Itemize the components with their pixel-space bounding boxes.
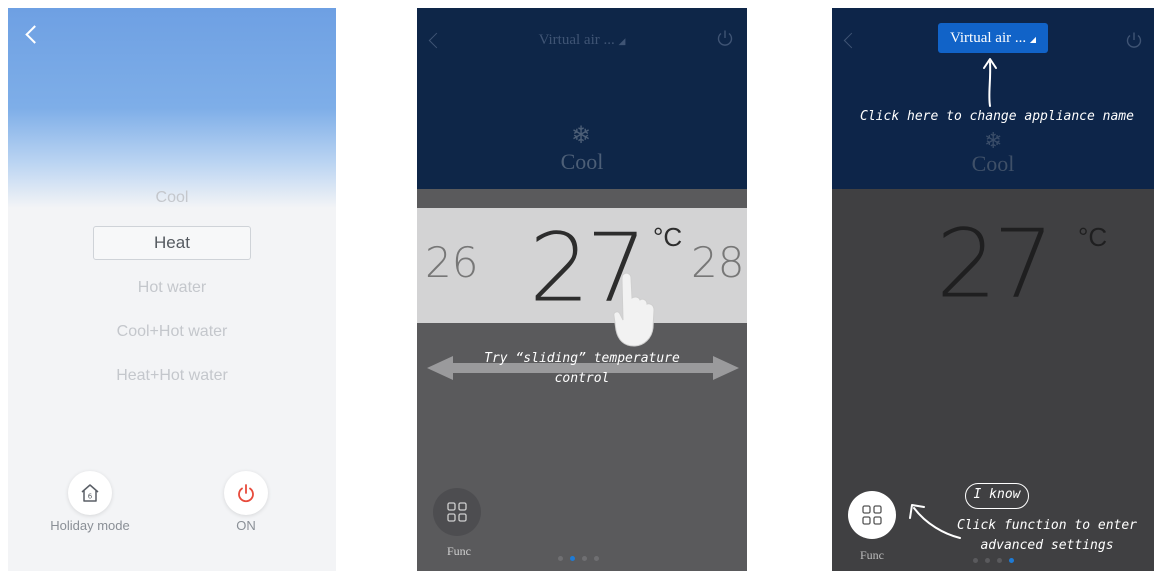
screen-name-func-tutorial: Virtual air ... ◢ Click here to change a…	[832, 8, 1154, 571]
snowflake-icon: ❄	[571, 122, 592, 149]
func-label: Func	[447, 544, 471, 558]
temperature-slider[interactable]: 26 27 °C 28	[417, 208, 747, 323]
hand-pointer-icon	[613, 272, 655, 347]
slide-hint-line2: control	[554, 371, 610, 386]
page-dot	[985, 558, 990, 563]
page-dot-active	[1009, 558, 1014, 563]
page-dot	[997, 558, 1002, 563]
power-icon[interactable]	[715, 28, 735, 48]
mode-option-hot-water[interactable]: Hot water	[8, 266, 336, 310]
temp-next: 28	[691, 238, 745, 287]
page-dot	[973, 558, 978, 563]
temp-prev: 26	[425, 238, 479, 287]
mode-option-heat-hot-water[interactable]: Heat+Hot water	[8, 354, 336, 398]
i-know-button[interactable]: I know	[965, 483, 1029, 509]
page-dot	[594, 556, 599, 561]
dropdown-icon: ◢	[618, 36, 626, 46]
func-label: Func	[860, 548, 884, 562]
appliance-title[interactable]: Virtual air ... ◢	[417, 32, 747, 49]
temp-unit: °C	[653, 222, 683, 252]
current-mode-label: Cool	[560, 149, 604, 174]
mode-list: Cool Heat Hot water Cool+Hot water Heat+…	[8, 176, 336, 398]
page-dot	[558, 556, 563, 561]
mode-option-cool-hot-water[interactable]: Cool+Hot water	[8, 310, 336, 354]
slide-hint-line1: Try “sliding” temperature	[484, 351, 680, 366]
dropdown-icon: ◢	[1029, 35, 1037, 44]
power-icon	[238, 484, 254, 503]
func-hint-line1: Click function to enter	[956, 518, 1137, 533]
current-mode-label: Cool	[971, 151, 1015, 176]
appliance-name-button[interactable]: Virtual air ... ◢	[938, 23, 1048, 53]
arrow-up-icon	[983, 58, 997, 107]
house-icon: 6	[81, 484, 99, 502]
mode-option-heat-selected[interactable]: Heat	[93, 226, 251, 260]
func-button[interactable]	[433, 488, 481, 536]
page-dot-active	[570, 556, 575, 561]
screen-slide-tutorial: Virtual air ... ◢ ❄ Cool 26 27 °C 28 Try…	[417, 8, 747, 571]
name-hint: Click here to change appliance name	[860, 109, 1134, 124]
svg-text:6: 6	[88, 493, 93, 501]
temp-current: 27	[936, 209, 1054, 319]
power-on-label: ON	[236, 518, 256, 533]
page-dot	[582, 556, 587, 561]
screen-mode-select: Cool Heat Hot water Cool+Hot water Heat+…	[8, 8, 336, 571]
grid-icon	[862, 505, 882, 525]
grid-icon	[447, 502, 467, 522]
power-on-button[interactable]	[224, 471, 268, 515]
func-button[interactable]	[848, 491, 896, 539]
holiday-mode-label: Holiday mode	[50, 518, 130, 533]
page-indicator	[973, 558, 1014, 563]
func-hint-line2: advanced settings	[980, 538, 1114, 553]
power-icon[interactable]	[1124, 30, 1144, 50]
temp-unit: °C	[1078, 222, 1108, 252]
appliance-title-text: Virtual air ...	[538, 32, 615, 48]
page-indicator	[558, 556, 599, 561]
holiday-mode-button[interactable]: 6	[68, 471, 112, 515]
appliance-name-text: Virtual air ...	[949, 30, 1027, 46]
mode-option-cool[interactable]: Cool	[8, 176, 336, 220]
